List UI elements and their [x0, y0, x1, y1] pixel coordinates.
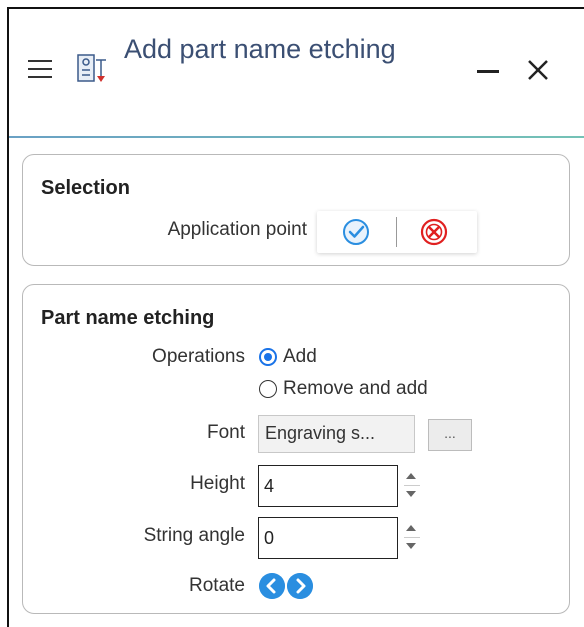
angle-up-arrow-icon[interactable]	[406, 525, 416, 531]
height-up-arrow-icon[interactable]	[406, 473, 416, 479]
selection-title: Selection	[41, 177, 130, 199]
operation-option-add[interactable]: Add	[259, 346, 317, 368]
stepper-divider	[404, 485, 420, 486]
hamburger-menu-icon[interactable]	[28, 60, 52, 80]
part-name-etching-panel: Part name etching Operations Add Remove …	[22, 284, 570, 614]
window-title: Add part name etching	[124, 34, 396, 64]
etching-tool-icon	[77, 54, 106, 82]
close-icon[interactable]	[524, 56, 552, 84]
check-circle-icon[interactable]	[341, 217, 371, 247]
application-point-label: Application point	[167, 219, 307, 240]
angle-down-arrow-icon[interactable]	[406, 543, 416, 549]
selection-panel: Selection Application point	[22, 154, 570, 266]
height-stepper[interactable]	[402, 465, 422, 507]
operation-remove-and-add-label: Remove and add	[283, 378, 428, 399]
radio-add[interactable]	[259, 348, 277, 366]
string-angle-stepper[interactable]	[402, 517, 422, 559]
cancel-circle-icon[interactable]	[419, 217, 449, 247]
operation-option-remove-and-add[interactable]: Remove and add	[259, 378, 428, 400]
height-label: Height	[190, 473, 245, 494]
stepper-divider	[404, 537, 420, 538]
height-down-arrow-icon[interactable]	[406, 491, 416, 497]
chevron-right-circle-icon[interactable]	[287, 573, 313, 599]
string-angle-input[interactable]: 0	[258, 517, 398, 559]
title-divider	[9, 136, 584, 138]
operation-add-label: Add	[283, 346, 317, 367]
string-angle-label: String angle	[143, 525, 245, 546]
font-browse-button[interactable]: ...	[428, 419, 472, 451]
minimize-icon[interactable]	[477, 70, 499, 73]
height-input[interactable]: 4	[258, 465, 398, 507]
application-point-toolbar	[317, 211, 477, 253]
font-label: Font	[206, 422, 245, 443]
operations-label: Operations	[152, 346, 245, 367]
chevron-left-circle-icon[interactable]	[259, 573, 285, 599]
etching-title: Part name etching	[41, 307, 215, 329]
rotate-label: Rotate	[189, 575, 245, 596]
font-field[interactable]: Engraving s...	[258, 415, 415, 453]
radio-remove-and-add[interactable]	[259, 380, 277, 398]
toolbar-separator	[396, 217, 397, 247]
